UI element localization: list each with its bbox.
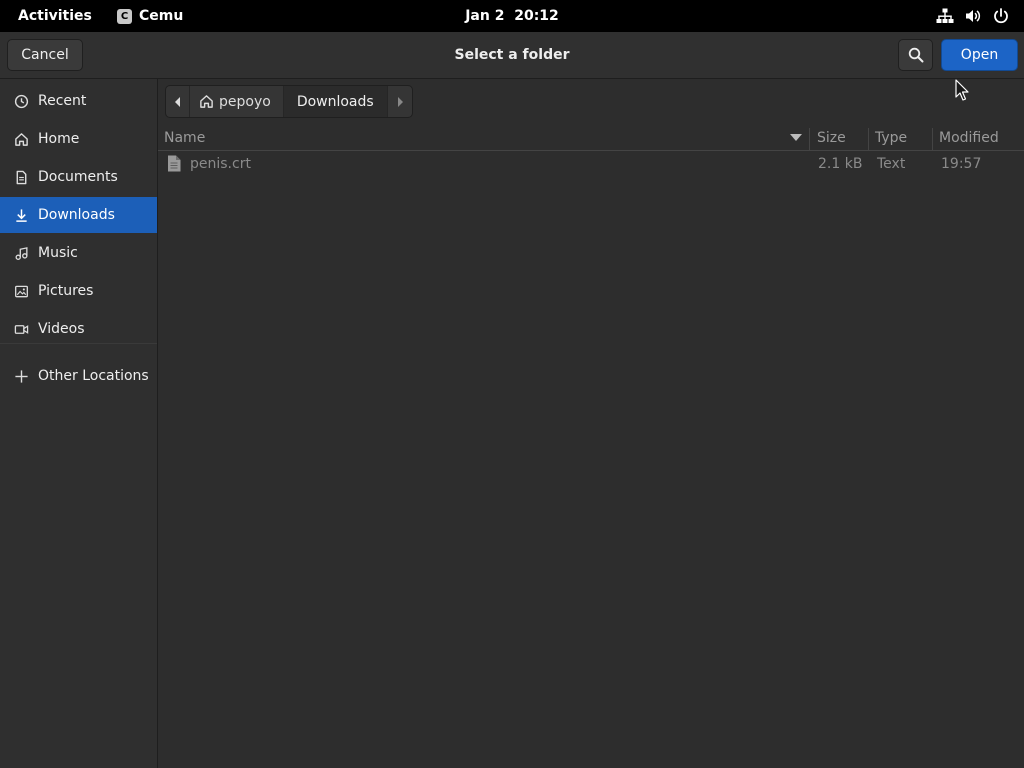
- column-header-size[interactable]: Size: [817, 126, 846, 150]
- mouse-cursor-icon: [955, 79, 969, 101]
- file-name: penis.crt: [190, 156, 251, 172]
- dialog-title: Select a folder: [454, 47, 570, 63]
- file-type: Text: [877, 156, 906, 172]
- sort-descending-icon[interactable]: [790, 134, 802, 142]
- sidebar-item-recent[interactable]: Recent: [0, 83, 157, 119]
- app-name: Cemu: [139, 8, 184, 24]
- picture-icon: [15, 285, 28, 297]
- column-separator: [809, 128, 810, 150]
- path-scroll-left-button[interactable]: [166, 86, 190, 117]
- top-bar: Activities C Cemu Jan 2 20:12: [0, 0, 1024, 32]
- path-segment-downloads[interactable]: Downloads: [283, 86, 388, 117]
- network-icon: [936, 8, 954, 23]
- volume-icon: [966, 10, 981, 22]
- sidebar-item-label: Videos: [38, 321, 85, 337]
- column-header-modified[interactable]: Modified: [939, 126, 999, 150]
- sidebar-item-pictures[interactable]: Pictures: [0, 273, 157, 309]
- sidebar-item-label: Home: [38, 131, 80, 147]
- column-header-type[interactable]: Type: [875, 126, 907, 150]
- home-icon: [200, 95, 213, 108]
- file-list-header: Name Size Type Modified: [158, 126, 1024, 151]
- plus-icon: [15, 369, 28, 383]
- file-size: 2.1 kB: [818, 156, 863, 172]
- sidebar-item-label: Documents: [38, 169, 118, 185]
- places-sidebar: Recent Home Documents Downloads Music Pi…: [0, 79, 158, 768]
- sidebar-item-home[interactable]: Home: [0, 121, 157, 157]
- sidebar-item-label: Music: [38, 245, 78, 261]
- download-icon: [16, 208, 27, 222]
- sidebar-item-label: Other Locations: [38, 368, 149, 384]
- sidebar-item-music[interactable]: Music: [0, 235, 157, 271]
- clock[interactable]: Jan 2 20:12: [465, 8, 559, 24]
- chevron-right-icon: [397, 96, 403, 107]
- column-separator: [932, 128, 933, 150]
- file-row[interactable]: penis.crt 2.1 kB Text 19:57: [158, 152, 1024, 176]
- dialog-header-bar: Cancel Select a folder Open: [0, 32, 1024, 79]
- column-separator: [868, 128, 869, 150]
- video-icon: [14, 324, 29, 334]
- open-button[interactable]: Open: [941, 39, 1018, 71]
- document-icon: [16, 170, 27, 184]
- activities-button[interactable]: Activities: [18, 0, 92, 32]
- music-icon: [15, 246, 28, 260]
- clock-icon: [14, 94, 29, 108]
- sidebar-item-label: Downloads: [38, 207, 115, 223]
- search-button[interactable]: [898, 39, 933, 71]
- sidebar-item-downloads[interactable]: Downloads: [0, 197, 157, 233]
- sidebar-item-documents[interactable]: Documents: [0, 159, 157, 195]
- search-icon: [908, 47, 923, 63]
- sidebar-item-other-locations[interactable]: Other Locations: [0, 358, 157, 394]
- path-segment-home[interactable]: pepoyo: [190, 86, 284, 117]
- sidebar-item-label: Pictures: [38, 283, 94, 299]
- sidebar-separator: [0, 343, 157, 344]
- home-icon: [15, 132, 28, 146]
- system-tray[interactable]: [936, 7, 1010, 25]
- text-file-icon: [168, 155, 181, 172]
- cancel-button[interactable]: Cancel: [7, 39, 83, 71]
- cemu-app-icon: C: [117, 8, 132, 24]
- file-modified: 19:57: [941, 156, 982, 172]
- chevron-left-icon: [174, 96, 180, 107]
- path-segment-label: pepoyo: [219, 93, 271, 110]
- path-bar: pepoyo Downloads: [165, 85, 413, 118]
- sidebar-item-videos[interactable]: Videos: [0, 311, 157, 347]
- app-menu[interactable]: C Cemu: [117, 0, 183, 32]
- column-header-name[interactable]: Name: [164, 126, 205, 150]
- path-scroll-right-button[interactable]: [388, 86, 412, 117]
- sidebar-item-label: Recent: [38, 93, 87, 109]
- power-icon: [994, 8, 1008, 24]
